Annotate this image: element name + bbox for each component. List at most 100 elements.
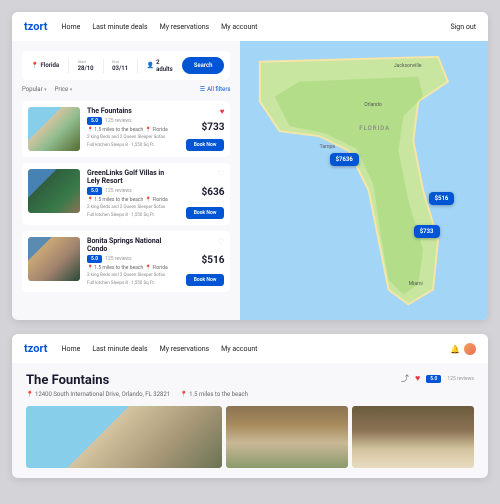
nav-home[interactable]: Home <box>61 23 80 31</box>
nav-account[interactable]: My account <box>221 345 257 353</box>
rating-badge: 5.0 <box>87 117 102 125</box>
notification-icon[interactable] <box>450 345 458 353</box>
gallery-photo[interactable] <box>226 406 348 468</box>
amenity-line: 2 king Beds and 2 Queen Sleeper Sofas <box>87 135 179 141</box>
listing-info: Bonita Springs National Condo 5.0 125 re… <box>87 237 179 287</box>
all-filters-link[interactable]: ☰All filters <box>200 86 231 93</box>
pin-icon: 📍 <box>145 197 151 203</box>
listing-actions: ♥ $733 Book Now <box>186 107 225 151</box>
start-date-field[interactable]: Start 28/10 <box>75 59 97 72</box>
amenity-line: 2 king Beds and 2 Queen Sleeper Sofas <box>87 205 179 211</box>
region-text: Florida <box>152 197 167 203</box>
city-label: Miami <box>409 281 423 287</box>
listing-price: $733 <box>202 122 225 133</box>
rating-badge: 5.0 <box>87 187 102 195</box>
book-button[interactable]: Book Now <box>186 274 225 286</box>
logo[interactable]: tzort <box>24 20 47 33</box>
detail-meta: 📍 12400 South International Drive, Orlan… <box>26 391 248 398</box>
map-price-pin[interactable]: $516 <box>429 192 455 205</box>
listing-actions: ♡ $636 Book Now <box>186 169 225 219</box>
listing-thumbnail <box>28 107 80 151</box>
destination-field[interactable]: 📍Florida <box>28 62 62 69</box>
map-price-pin[interactable]: $733 <box>414 225 440 238</box>
florida-map <box>240 41 488 320</box>
pin-icon: 📍 <box>31 62 38 69</box>
results-panel: 📍Florida Start 28/10 End 03/11 👤2 adults… <box>12 41 240 320</box>
detail-window: tzort Home Last minute deals My reservat… <box>12 334 488 478</box>
end-value: 03/11 <box>112 65 128 72</box>
nav-home[interactable]: Home <box>61 345 80 353</box>
listing-thumbnail <box>28 237 80 281</box>
region-text: Florida <box>152 127 167 133</box>
pin-icon: 📍 <box>87 127 93 133</box>
main-nav: Home Last minute deals My reservations M… <box>61 345 436 353</box>
detail-header: The Fountains 📍 12400 South Internationa… <box>26 373 474 398</box>
review-count: 125 reviews <box>447 376 474 382</box>
search-bar: 📍Florida Start 28/10 End 03/11 👤2 adults… <box>22 51 230 80</box>
book-button[interactable]: Book Now <box>186 139 225 151</box>
nav-deals[interactable]: Last minute deals <box>92 345 147 353</box>
gallery-main-photo[interactable] <box>26 406 222 468</box>
guests-field[interactable]: 👤2 adults <box>144 59 176 73</box>
rating-row: 5.0 125 reviews <box>87 255 179 263</box>
city-label: Orlando <box>364 102 382 108</box>
start-label: Start <box>78 59 94 64</box>
filter-icon: ☰ <box>200 86 205 93</box>
listing-price: $636 <box>202 187 225 198</box>
state-label: FLORIDA <box>359 125 390 132</box>
end-label: End <box>112 59 128 64</box>
map-price-pin[interactable]: $7636 <box>330 153 359 166</box>
amenity-line: 2 king Beds and 2 Queen Sleeper Sofas <box>87 273 179 279</box>
favorite-icon[interactable]: ♥ <box>220 107 225 116</box>
city-label: Jacksonville <box>394 63 422 69</box>
pin-icon: 📍 <box>145 127 151 133</box>
nav-account[interactable]: My account <box>221 23 257 31</box>
filter-price[interactable]: Price ▾ <box>55 86 73 93</box>
pin-icon: 📍 <box>26 391 33 398</box>
location-row: 📍1.5 miles to the beach 📍Florida <box>87 127 179 133</box>
listing-title: The Fountains <box>87 107 179 115</box>
book-button[interactable]: Book Now <box>186 207 225 219</box>
start-value: 28/10 <box>78 65 94 72</box>
person-icon: 👤 <box>147 62 154 69</box>
search-button[interactable]: Search <box>182 57 225 74</box>
share-icon[interactable]: ⤴ <box>401 373 409 384</box>
account-actions <box>450 343 476 355</box>
detail-address: 12400 South International Drive, Orlando… <box>35 391 170 398</box>
pin-icon: 📍 <box>180 391 187 398</box>
nav-reservations[interactable]: My reservations <box>160 23 210 31</box>
detail-title-block: The Fountains 📍 12400 South Internationa… <box>26 373 248 398</box>
amenity-line: Full kitchen Sleeps 8 · 1,550 Sq Ft. <box>87 281 179 287</box>
detail-actions: ⤴ ♥ 5.0 125 reviews <box>401 373 474 384</box>
favorite-icon[interactable]: ♡ <box>217 169 224 178</box>
listing-card[interactable]: Bonita Springs National Condo 5.0 125 re… <box>22 231 230 293</box>
listing-actions: ♡ $516 Book Now <box>186 237 225 287</box>
city-label: Tampa <box>320 144 335 150</box>
search-results-window: tzort Home Last minute deals My reservat… <box>12 12 488 320</box>
listing-card[interactable]: The Fountains 5.0 125 reviews 📍1.5 miles… <box>22 101 230 157</box>
location-row: 📍1.5 miles to the beach 📍Florida <box>87 197 179 203</box>
listing-price: $516 <box>202 255 225 266</box>
gallery-photo[interactable] <box>352 406 474 468</box>
header: tzort Home Last minute deals My reservat… <box>12 334 488 363</box>
pin-icon: 📍 <box>87 197 93 203</box>
chevron-down-icon: ▾ <box>70 87 73 93</box>
end-date-field[interactable]: End 03/11 <box>109 59 131 72</box>
chevron-down-icon: ▾ <box>44 87 47 93</box>
nav-deals[interactable]: Last minute deals <box>92 23 147 31</box>
rating-row: 5.0 125 reviews <box>87 117 179 125</box>
detail-title: The Fountains <box>26 373 248 388</box>
favorite-icon[interactable]: ♡ <box>217 237 224 246</box>
filter-popular[interactable]: Popular ▾ <box>22 86 47 93</box>
favorite-icon[interactable]: ♥ <box>415 373 420 384</box>
distance-text: 1.5 miles to the beach <box>94 197 143 203</box>
distance-text: 1.5 miles to the beach <box>94 127 143 133</box>
sign-out-link[interactable]: Sign out <box>450 23 476 31</box>
map-panel[interactable]: Orlando Jacksonville Tampa Miami FLORIDA… <box>240 41 488 320</box>
amenity-line: Full kitchen Sleeps 8 · 1,550 Sq Ft. <box>87 143 179 149</box>
logo[interactable]: tzort <box>24 342 47 355</box>
listing-card[interactable]: GreenLinks Golf Villas in Lely Resort 5.… <box>22 163 230 225</box>
nav-reservations[interactable]: My reservations <box>160 345 210 353</box>
distance-text: 1.5 miles to the beach <box>94 265 143 271</box>
avatar[interactable] <box>464 343 476 355</box>
